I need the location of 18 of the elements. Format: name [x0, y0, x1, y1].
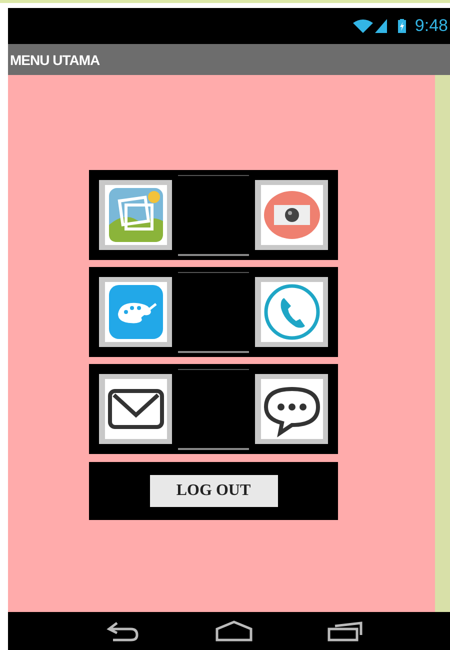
envelope-icon [104, 379, 166, 439]
signal-icon [374, 19, 387, 33]
mail-button[interactable] [99, 374, 172, 444]
palette-icon [104, 282, 166, 342]
logout-button[interactable]: LOG OUT [150, 475, 278, 507]
phone-icon [260, 282, 322, 342]
screen-title: MENU UTAMA [10, 52, 100, 68]
camera-icon [260, 185, 322, 245]
phone-button[interactable] [255, 277, 328, 347]
home-icon[interactable] [214, 619, 254, 643]
chat-button[interactable] [255, 374, 328, 444]
battery-icon [398, 19, 406, 33]
landscape-photo-icon [104, 185, 166, 245]
speech-bubble-icon [260, 379, 322, 439]
paint-button[interactable] [99, 277, 172, 347]
camera-button[interactable] [255, 180, 328, 250]
clock-time: 9:48 [414, 16, 448, 36]
wifi-icon [352, 19, 373, 33]
